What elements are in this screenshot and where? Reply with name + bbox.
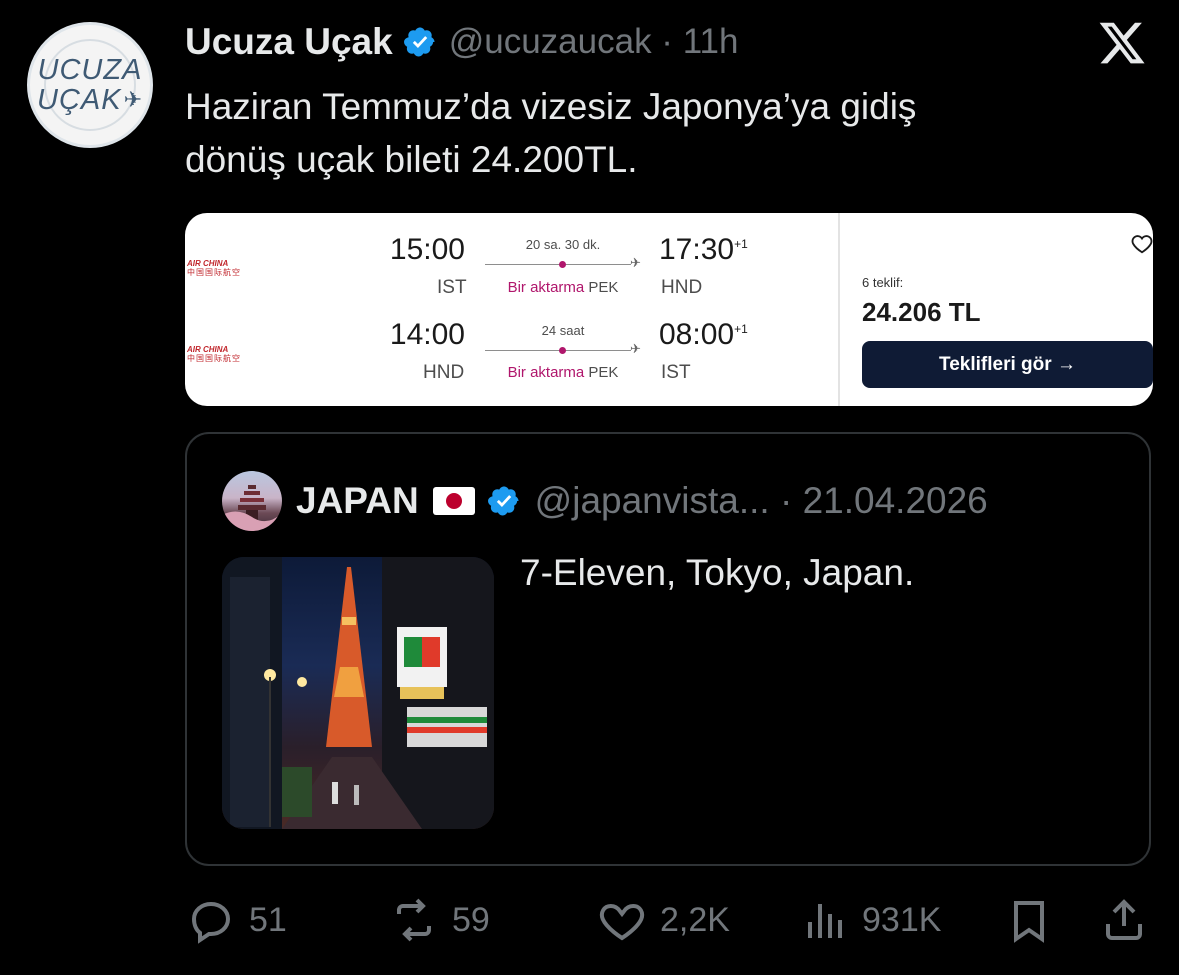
outbound-stops: Bir aktarma PEK: [485, 279, 641, 296]
reply-count: 51: [249, 900, 287, 939]
airplane-icon: ✈: [630, 255, 641, 270]
offers-count: 6 teklif:: [862, 275, 904, 290]
outbound-stops-label: Bir aktarma: [507, 279, 585, 296]
card-divider: [838, 213, 840, 406]
return-stops: Bir aktarma PEK: [485, 364, 641, 381]
return-duration: 24 saat: [541, 323, 585, 338]
outbound-route-line: [485, 264, 631, 265]
quote-author-name[interactable]: JAPAN: [296, 480, 419, 522]
outbound-duration: 20 sa. 30 dk.: [525, 237, 601, 252]
like-action[interactable]: 2,2K: [598, 890, 730, 950]
outbound-day-offset: +1: [734, 237, 748, 251]
return-arrive-code: IST: [661, 362, 691, 383]
japan-flag-icon: [432, 487, 475, 515]
airline-chinese-mark: 中国国际航空: [187, 268, 241, 277]
share-action[interactable]: [1100, 890, 1148, 950]
airline-logo-return: AIR CHINA 中国国际航空: [187, 345, 247, 363]
tweet-header: Ucuza Uçak @ucuzaucak · 11h: [185, 20, 739, 64]
share-icon: [1106, 899, 1142, 940]
heart-icon: [599, 903, 645, 941]
repost-action[interactable]: 59: [390, 890, 490, 950]
avatar-text-line1: UCUZA: [37, 54, 143, 86]
airline-name-outbound: AIR CHINA: [187, 259, 229, 268]
return-arrive-time: 08:00: [659, 318, 735, 351]
author-handle[interactable]: @ucuzaucak: [449, 22, 652, 62]
pagoda-icon: [222, 485, 282, 531]
verified-badge-icon: [487, 486, 519, 516]
outbound-arrive-code: HND: [661, 277, 703, 298]
repost-icon: [397, 898, 431, 942]
reply-icon: [191, 901, 231, 944]
airline-logo-outbound: AIR CHINA 中国国际航空: [187, 259, 247, 277]
quote-header: JAPAN @japanvista... · 21.04.2026: [296, 478, 988, 524]
outbound-arrive: 17:30+1: [659, 233, 748, 267]
author-avatar[interactable]: UCUZA UÇAK ✈: [27, 22, 153, 148]
verified-badge-icon: [403, 27, 435, 57]
tokyo-tower-photo: [222, 557, 494, 829]
avatar-text-line2: UÇAK: [36, 84, 122, 116]
price: 24.206 TL: [862, 297, 981, 327]
views-action[interactable]: 931K: [800, 890, 941, 950]
return-stop-dot: [559, 347, 566, 354]
quote-date[interactable]: 21.04.2026: [803, 480, 988, 522]
outbound-depart-time: 15:00: [389, 233, 465, 266]
outbound-arrive-time: 17:30: [659, 233, 735, 266]
repost-count: 59: [452, 900, 490, 939]
return-depart-code: HND: [423, 362, 465, 383]
airplane-icon: ✈: [630, 341, 641, 356]
return-stop-code: PEK: [588, 364, 619, 381]
views-chart-icon: [808, 904, 842, 938]
quote-text: 7-Eleven, Tokyo, Japan.: [520, 552, 915, 593]
return-arrive: 08:00+1: [659, 318, 748, 352]
quote-media-image[interactable]: [222, 557, 494, 829]
outbound-stop-dot: [559, 261, 566, 268]
outbound-stop-code: PEK: [588, 279, 619, 296]
bookmark-action[interactable]: [1005, 890, 1053, 950]
avatar-text-line2-row: UÇAK ✈: [37, 85, 143, 115]
tweet-time[interactable]: 11h: [683, 22, 739, 62]
airplane-icon: ✈: [123, 87, 143, 112]
tweet-text: Haziran Temmuz’da vizesiz Japonya’ya gid…: [185, 86, 917, 180]
outbound-depart-code: IST: [437, 277, 467, 298]
flight-card[interactable]: AIR CHINA 中国国际航空 15:00 IST 20 sa. 30 dk.…: [185, 213, 1153, 406]
airline-name-return: AIR CHINA: [187, 345, 229, 354]
return-stops-label: Bir aktarma: [507, 364, 585, 381]
favorite-icon[interactable]: [1131, 233, 1153, 255]
author-name[interactable]: Ucuza Uçak: [185, 21, 393, 63]
like-count: 2,2K: [660, 900, 730, 939]
quote-author-handle[interactable]: @japanvista...: [535, 480, 770, 522]
views-count: 931K: [862, 900, 942, 939]
return-day-offset: +1: [734, 322, 748, 336]
quote-avatar[interactable]: [222, 471, 282, 531]
x-logo-icon[interactable]: [1097, 18, 1147, 68]
see-offers-button[interactable]: Teklifleri gör →: [862, 341, 1153, 388]
return-route-line: [485, 350, 631, 351]
airline-chinese-mark: 中国国际航空: [187, 354, 241, 363]
separator-dot: ·: [769, 480, 803, 521]
reply-action[interactable]: 51: [187, 890, 287, 950]
separator-dot: ·: [651, 22, 683, 61]
bookmark-icon: [1014, 901, 1044, 943]
return-depart-time: 14:00: [389, 318, 465, 351]
